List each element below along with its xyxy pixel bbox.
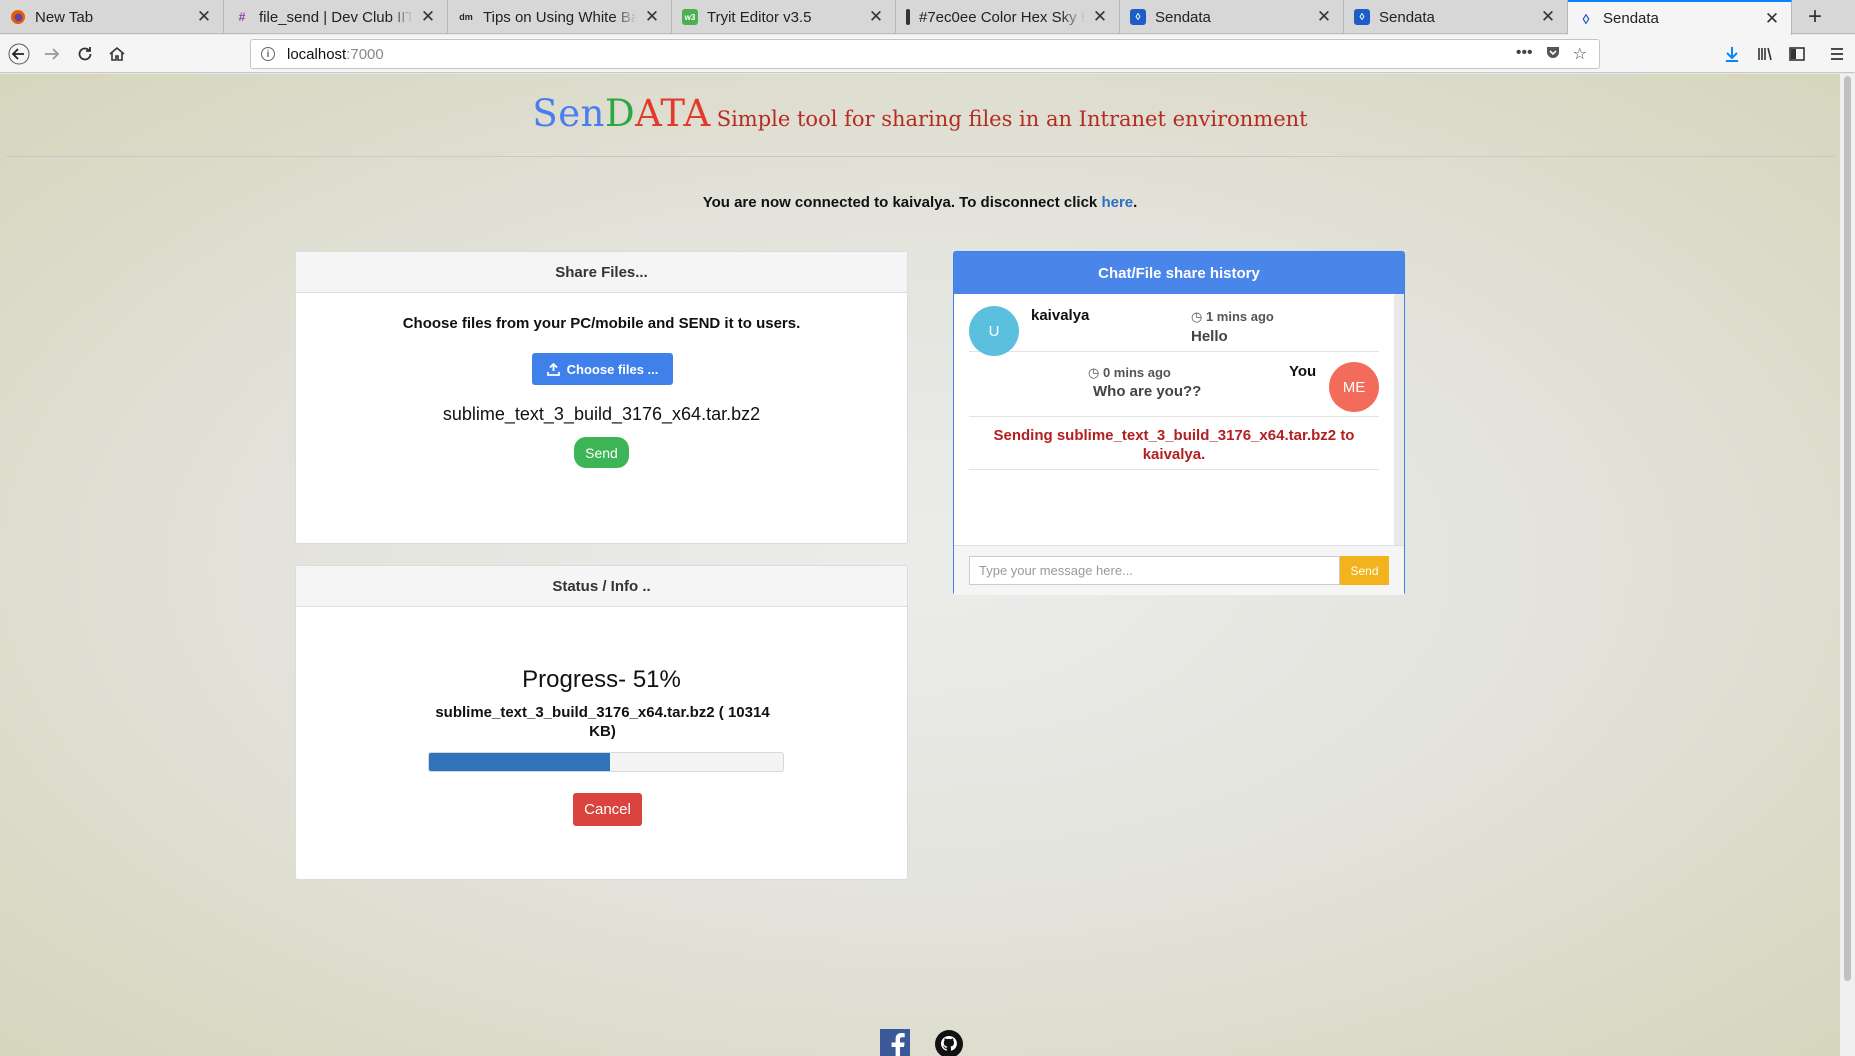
download-icon[interactable]: [1720, 42, 1744, 66]
send-file-button[interactable]: Send: [574, 437, 629, 468]
chat-message: ME You ◷ 0 mins ago Who are you??: [969, 353, 1379, 417]
sendata-icon: ◊: [1130, 9, 1146, 25]
close-icon[interactable]: ✕: [419, 7, 437, 27]
forward-arrow-icon[interactable]: [39, 41, 65, 67]
pocket-icon[interactable]: [1545, 44, 1561, 65]
cancel-transfer-button[interactable]: Cancel: [573, 793, 642, 826]
tab-label: Sendata: [1379, 8, 1435, 26]
share-files-title: Share Files...: [296, 252, 907, 293]
disconnect-link[interactable]: here: [1101, 194, 1133, 211]
brand-logo: SenDATA: [532, 92, 711, 135]
connection-status: You are now connected to kaivalya. To di…: [0, 194, 1840, 211]
tab-label: Tips on Using White Backgrounds: [483, 8, 637, 26]
w3-icon: w3: [682, 9, 698, 25]
connection-suffix: .: [1133, 194, 1138, 211]
browser-tab-sendata-2[interactable]: ◊ Sendata ✕: [1344, 0, 1568, 34]
browser-tab-file-send[interactable]: # file_send | Dev Club IITD ✕: [224, 0, 448, 34]
close-icon[interactable]: ✕: [1763, 9, 1781, 29]
browser-tab-bar: New Tab ✕ # file_send | Dev Club IITD ✕ …: [0, 0, 1855, 35]
reload-icon[interactable]: [72, 41, 98, 67]
new-tab-button[interactable]: +: [1792, 0, 1838, 34]
close-icon[interactable]: ✕: [1315, 7, 1333, 27]
more-actions-icon[interactable]: •••: [1516, 44, 1533, 65]
progress-bar: [428, 752, 784, 772]
slack-hash-icon: #: [238, 10, 246, 24]
status-title: Status / Info ..: [296, 566, 907, 607]
selected-file-name: sublime_text_3_build_3176_x64.tar.bz2: [442, 404, 761, 424]
tab-label: Tryit Editor v3.5: [707, 8, 812, 26]
close-icon[interactable]: ✕: [1539, 7, 1557, 27]
site-header: SenDATA Simple tool for sharing files in …: [0, 92, 1840, 135]
avatar: U: [969, 306, 1019, 356]
close-icon[interactable]: ✕: [1091, 7, 1109, 27]
progress-file-info: sublime_text_3_build_3176_x64.tar.bz2 ( …: [435, 704, 770, 740]
page-scrollbar-thumb[interactable]: [1844, 76, 1851, 981]
message-time: ◷ 0 mins ago: [1088, 365, 1171, 380]
menu-hamburger-icon[interactable]: [1825, 42, 1849, 66]
chat-send-button[interactable]: Send: [1340, 556, 1389, 585]
upload-icon: [546, 362, 560, 376]
message-text: Who are you??: [1093, 383, 1202, 400]
page-content: SenDATA Simple tool for sharing files in …: [0, 74, 1840, 1056]
tab-label: #7ec0ee Color Hex Sky Blue: [919, 8, 1085, 26]
message-sender: You: [1289, 363, 1317, 380]
choose-files-label: Choose files ...: [566, 361, 659, 377]
url-host: localhost: [287, 45, 347, 63]
clock-icon: ◷: [1088, 365, 1100, 380]
connection-text: You are now connected to kaivalya. To di…: [702, 194, 1098, 211]
sendata-icon: ◊: [1354, 9, 1370, 25]
message-sender: kaivalya: [1031, 307, 1090, 324]
avatar: ME: [1329, 362, 1379, 412]
back-arrow-icon[interactable]: [6, 41, 32, 67]
chat-history[interactable]: U kaivalya ◷ 1 mins ago Hello ME You ◷ 0…: [954, 294, 1394, 545]
close-icon[interactable]: ✕: [867, 7, 885, 27]
system-message: Sending sublime_text_3_build_3176_x64.ta…: [969, 418, 1379, 470]
tab-label: Sendata: [1603, 10, 1659, 27]
progress-bar-fill: [429, 753, 610, 771]
chat-message: U kaivalya ◷ 1 mins ago Hello: [969, 294, 1379, 356]
browser-tab-tryit[interactable]: w3 Tryit Editor v3.5 ✕: [672, 0, 896, 34]
chat-footer: Type your message here... Send: [954, 545, 1404, 595]
share-instructions: Choose files from your PC/mobile and SEN…: [402, 315, 801, 332]
browser-nav-bar: i localhost:7000 ••• ☆: [0, 35, 1855, 73]
message-time: ◷ 1 mins ago: [1191, 309, 1274, 324]
home-icon[interactable]: [104, 41, 130, 67]
firefox-icon: [10, 9, 26, 25]
github-icon[interactable]: [934, 1029, 966, 1056]
browser-tab-tips[interactable]: dm Tips on Using White Backgrounds ✕: [448, 0, 672, 34]
browser-tab-new-tab[interactable]: New Tab ✕: [0, 0, 224, 34]
sendata-icon: ◊: [1582, 10, 1590, 27]
close-icon[interactable]: ✕: [643, 7, 661, 27]
library-icon[interactable]: [1753, 42, 1777, 66]
share-files-panel: Share Files... Choose files from your PC…: [295, 251, 908, 544]
browser-tab-sendata-1[interactable]: ◊ Sendata ✕: [1120, 0, 1344, 34]
colorhex-icon: [906, 9, 910, 25]
sidebar-icon[interactable]: [1785, 42, 1809, 66]
tab-label: Sendata: [1155, 8, 1211, 26]
dm-icon: dm: [459, 12, 473, 22]
clock-icon: ◷: [1191, 309, 1203, 324]
close-icon[interactable]: ✕: [195, 7, 213, 27]
message-text: Hello: [1191, 328, 1228, 345]
url-port: :7000: [346, 45, 384, 63]
info-icon[interactable]: i: [261, 47, 275, 61]
tab-label: New Tab: [35, 8, 94, 26]
page-scrollbar[interactable]: [1840, 74, 1855, 1056]
browser-tab-colorhex[interactable]: #7ec0ee Color Hex Sky Blue ✕: [896, 0, 1120, 34]
chat-message-input[interactable]: Type your message here...: [969, 556, 1340, 585]
chat-panel: Chat/File share history U kaivalya ◷ 1 m…: [953, 251, 1405, 595]
choose-files-button[interactable]: Choose files ...: [532, 353, 673, 385]
tab-label: file_send | Dev Club IITD: [259, 8, 413, 26]
tagline: Simple tool for sharing files in an Intr…: [716, 107, 1308, 131]
progress-label: Progress- 51%: [522, 666, 681, 693]
status-panel: Status / Info .. Progress- 51% sublime_t…: [295, 565, 908, 880]
chat-scrollbar[interactable]: [1394, 294, 1404, 545]
header-divider: [6, 156, 1836, 157]
bookmark-star-icon[interactable]: ☆: [1573, 44, 1587, 65]
facebook-icon[interactable]: [880, 1029, 912, 1056]
chat-title: Chat/File share history: [954, 252, 1404, 294]
url-bar[interactable]: i localhost:7000 ••• ☆: [250, 39, 1600, 69]
browser-tab-sendata-active[interactable]: ◊ Sendata ✕: [1568, 0, 1792, 35]
